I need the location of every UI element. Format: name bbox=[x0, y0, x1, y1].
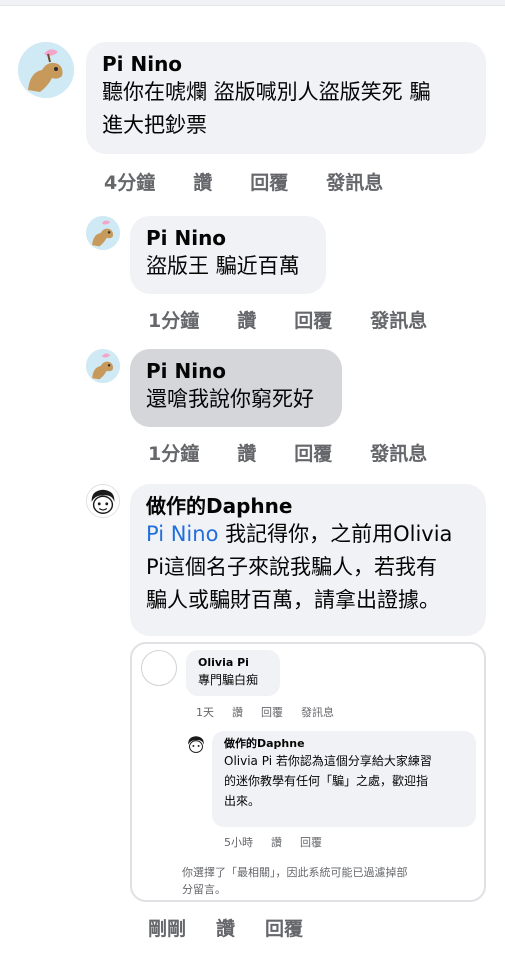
reply-author[interactable]: 做作的Daphne bbox=[146, 494, 470, 518]
screenshot-timestamp: 1天 bbox=[196, 706, 214, 719]
filter-notice: 你選擇了「最相關」，因此系統可能已過濾掉部 分留言。 bbox=[182, 866, 408, 896]
comment-text: 聽你在唬爛 盜版喊別人盜版笑死 騙 進大把鈔票 bbox=[102, 80, 431, 137]
screenshot-reply: 回覆 bbox=[300, 836, 322, 849]
reply-button[interactable]: 回覆 bbox=[294, 306, 332, 333]
reply-actions: 1分鐘 讚 回覆 發訊息 bbox=[148, 306, 465, 333]
reply-text: 盜版王 騙近百萬 bbox=[146, 254, 300, 278]
screenshot-like: 讚 bbox=[271, 836, 282, 849]
like-button[interactable]: 讚 bbox=[193, 168, 212, 195]
reply-bubble[interactable]: Pi Nino 盜版王 騙近百萬 bbox=[130, 216, 326, 294]
screenshot-reply-author: 做作的Daphne bbox=[224, 737, 305, 750]
reply-actions: 剛剛 讚 回覆 bbox=[148, 914, 333, 941]
timestamp[interactable]: 1分鐘 bbox=[148, 439, 199, 466]
screenshot-message: 發訊息 bbox=[301, 706, 334, 719]
camel-avatar-icon[interactable] bbox=[86, 216, 120, 250]
screenshot-reply-text: Olivia Pi 若你認為這個分享給大家練習 的迷你教學有任何「騙」之處，歡迎… bbox=[224, 754, 432, 808]
reply-button[interactable]: 回覆 bbox=[250, 168, 288, 195]
mention-link[interactable]: Pi Nino bbox=[146, 522, 218, 546]
screenshot-comment-bubble: Olivia Pi 專門騙白痴 bbox=[186, 650, 280, 696]
timestamp[interactable]: 剛剛 bbox=[148, 914, 186, 941]
top-divider bbox=[0, 0, 505, 6]
like-button[interactable]: 讚 bbox=[237, 306, 256, 333]
reply-bubble-pressed[interactable]: Pi Nino 還嗆我說你窮死好 bbox=[130, 349, 342, 427]
screenshot-reply: 回覆 bbox=[261, 706, 283, 719]
reply-bubble[interactable]: 做作的Daphne Pi Nino 我記得你，之前用Olivia Pi這個名子來… bbox=[130, 484, 486, 636]
reply-button[interactable]: 回覆 bbox=[294, 439, 332, 466]
like-button[interactable]: 讚 bbox=[237, 439, 256, 466]
comment-author[interactable]: Pi Nino bbox=[102, 52, 470, 76]
reply-author[interactable]: Pi Nino bbox=[146, 359, 326, 383]
reply-text: 還嗆我說你窮死好 bbox=[146, 387, 314, 411]
blank-avatar-icon bbox=[141, 650, 177, 686]
screenshot-comment-text: 專門騙白痴 bbox=[198, 673, 259, 687]
screenshot-reply-bubble: 做作的Daphne Olivia Pi 若你認為這個分享給大家練習 的迷你教學有… bbox=[212, 731, 476, 827]
message-button[interactable]: 發訊息 bbox=[370, 306, 427, 333]
screenshot-comment-author: Olivia Pi bbox=[198, 656, 249, 669]
cartoon-face-avatar-icon bbox=[185, 733, 207, 755]
camel-avatar-icon[interactable] bbox=[86, 349, 120, 383]
screenshot-timestamp: 5小時 bbox=[224, 836, 253, 849]
reply-author[interactable]: Pi Nino bbox=[146, 226, 310, 250]
cartoon-face-avatar-icon[interactable] bbox=[86, 484, 120, 518]
screenshot-like: 讚 bbox=[232, 706, 243, 719]
comment-bubble[interactable]: Pi Nino 聽你在唬爛 盜版喊別人盜版笑死 騙 進大把鈔票 bbox=[86, 42, 486, 154]
timestamp[interactable]: 4分鐘 bbox=[104, 168, 155, 195]
message-button[interactable]: 發訊息 bbox=[370, 439, 427, 466]
reply-button[interactable]: 回覆 bbox=[265, 914, 303, 941]
message-button[interactable]: 發訊息 bbox=[326, 168, 383, 195]
timestamp[interactable]: 1分鐘 bbox=[148, 306, 199, 333]
camel-avatar-icon[interactable] bbox=[18, 42, 74, 98]
screenshot-reply-actions: 5小時 讚 回覆 bbox=[224, 834, 340, 850]
screenshot-comment-actions: 1天 讚 回覆 發訊息 bbox=[196, 704, 352, 720]
reply-actions: 1分鐘 讚 回覆 發訊息 bbox=[148, 439, 465, 466]
comment-actions: 4分鐘 讚 回覆 發訊息 bbox=[104, 168, 421, 195]
reply-text: Pi Nino 我記得你，之前用Olivia Pi這個名子來說我騙人，若我有 騙… bbox=[146, 522, 453, 612]
like-button[interactable]: 讚 bbox=[216, 914, 235, 941]
